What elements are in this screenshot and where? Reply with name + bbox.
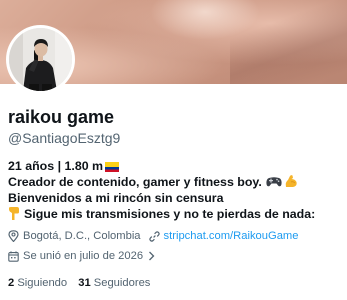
chevron-right-icon bbox=[149, 251, 155, 261]
profile-bio: 21 años | 1.80 m Creador de contenido, g… bbox=[8, 158, 342, 222]
followers-count: 31 bbox=[78, 277, 91, 289]
bio-line-2: Creador de contenido, gamer y fitness bo… bbox=[8, 174, 342, 190]
followers-label: Seguidores bbox=[93, 277, 151, 289]
avatar-photo-icon bbox=[9, 28, 72, 91]
bio-welcome: Bienvenidos a mi rincón sin censura bbox=[8, 191, 224, 205]
location: Bogotá, D.C., Colombia bbox=[8, 230, 141, 242]
join-date[interactable]: Se unió en julio de 2026 bbox=[8, 250, 159, 262]
game-controller-icon bbox=[266, 177, 282, 187]
following-label: Siguiendo bbox=[17, 277, 68, 289]
join-date-text: Se unió en julio de 2026 bbox=[23, 250, 144, 262]
bio-line-3: Bienvenidos a mi rincón sin censura bbox=[8, 190, 342, 206]
location-text: Bogotá, D.C., Colombia bbox=[23, 230, 141, 242]
followers-link[interactable]: 31 Seguidores bbox=[78, 277, 150, 289]
following-link[interactable]: 2 Siguiendo bbox=[8, 277, 67, 289]
pointing-down-icon bbox=[9, 207, 19, 220]
profile-meta: Bogotá, D.C., Colombia stripchat.com/Rai… bbox=[8, 229, 344, 263]
following-count: 2 bbox=[8, 277, 15, 289]
calendar-icon bbox=[8, 250, 19, 262]
bio-line-4: Sigue mis transmisiones y no te pierdas … bbox=[8, 206, 342, 222]
user-handle: @SantiagoEsztg9 bbox=[8, 130, 121, 146]
website-link[interactable]: stripchat.com/RaikouGame bbox=[148, 230, 299, 242]
display-name: raikou game bbox=[8, 107, 115, 127]
avatar[interactable] bbox=[6, 25, 75, 94]
meta-row-2: Se unió en julio de 2026 bbox=[8, 249, 344, 263]
bio-age-height: 21 años | 1.80 m bbox=[8, 159, 104, 173]
flexed-biceps-icon bbox=[285, 175, 297, 187]
profile-page: raikou game @SantiagoEsztg9 21 años | 1.… bbox=[0, 0, 347, 300]
bio-line-1: 21 años | 1.80 m bbox=[8, 158, 342, 174]
link-icon bbox=[148, 230, 160, 242]
meta-row-1: Bogotá, D.C., Colombia stripchat.com/Rai… bbox=[8, 229, 344, 243]
colombia-flag-icon bbox=[105, 162, 120, 172]
location-pin-icon bbox=[8, 230, 19, 242]
banner-shadow bbox=[230, 0, 347, 84]
avatar-image bbox=[9, 28, 72, 91]
bio-call-to-action: Sigue mis transmisiones y no te pierdas … bbox=[24, 207, 316, 221]
follow-stats: 2 Siguiendo 31 Seguidores bbox=[8, 277, 158, 289]
website-link-text[interactable]: stripchat.com/RaikouGame bbox=[164, 230, 299, 242]
bio-description: Creador de contenido, gamer y fitness bo… bbox=[8, 175, 262, 189]
